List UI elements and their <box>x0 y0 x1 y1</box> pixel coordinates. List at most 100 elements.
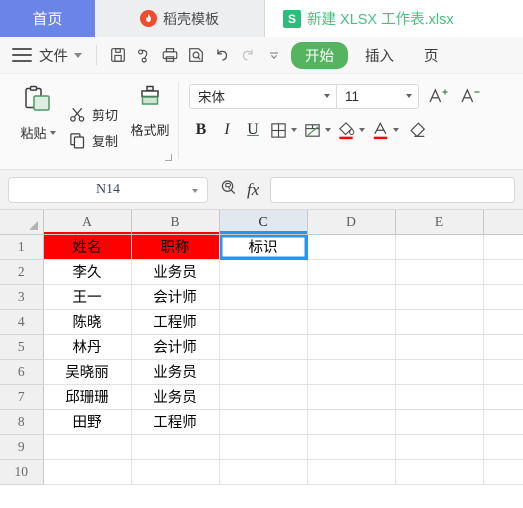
cell-b10[interactable] <box>131 459 220 485</box>
underline-button[interactable]: U <box>241 117 265 143</box>
cell-b7[interactable]: 业务员 <box>131 384 220 410</box>
cell-b3[interactable]: 会计师 <box>131 284 220 310</box>
hamburger-icon[interactable] <box>12 48 32 62</box>
spreadsheet-grid[interactable]: A B C D E 1 姓名 职称 标识 2 李久 业务员 3 王一 会计师 4… <box>0 210 523 508</box>
column-header-f[interactable] <box>483 210 523 235</box>
print-icon[interactable] <box>157 42 183 68</box>
row-header-10[interactable]: 10 <box>0 459 44 485</box>
row-header-9[interactable]: 9 <box>0 434 44 460</box>
cell-f5[interactable] <box>483 334 523 360</box>
cell-e7[interactable] <box>395 384 484 410</box>
cell-c1[interactable]: 标识 <box>219 234 308 260</box>
save-icon[interactable] <box>105 42 131 68</box>
paste-dropdown-icon[interactable] <box>49 130 56 135</box>
cell-c5[interactable] <box>219 334 308 360</box>
cell-a8[interactable]: 田野 <box>43 409 132 435</box>
clipboard-dialog-launcher[interactable] <box>165 154 173 161</box>
cell-f10[interactable] <box>483 459 523 485</box>
cell-a3[interactable]: 王一 <box>43 284 132 310</box>
cell-e8[interactable] <box>395 409 484 435</box>
cell-c2[interactable] <box>219 259 308 285</box>
merge-chevron-icon[interactable] <box>325 128 332 132</box>
cell-b1[interactable]: 职称 <box>131 234 220 260</box>
column-header-c[interactable]: C <box>219 210 308 235</box>
cell-e4[interactable] <box>395 309 484 335</box>
file-menu-button[interactable]: 文件 <box>39 45 82 66</box>
borders-button[interactable] <box>267 117 299 143</box>
cell-d9[interactable] <box>307 434 396 460</box>
cell-f1[interactable] <box>483 234 523 260</box>
cell-d5[interactable] <box>307 334 396 360</box>
row-header-1[interactable]: 1 <box>0 234 44 260</box>
row-header-4[interactable]: 4 <box>0 309 44 335</box>
increase-font-size-button[interactable] <box>425 83 451 109</box>
cell-a2[interactable]: 李久 <box>43 259 132 285</box>
cell-c8[interactable] <box>219 409 308 435</box>
tab-start[interactable]: 开始 <box>291 41 348 69</box>
merge-cells-button[interactable] <box>301 117 333 143</box>
tab-home[interactable]: 首页 <box>0 0 95 37</box>
cell-f8[interactable] <box>483 409 523 435</box>
clear-format-eraser-icon[interactable] <box>403 117 431 143</box>
cell-c9[interactable] <box>219 434 308 460</box>
cell-c10[interactable] <box>219 459 308 485</box>
name-box-chevron-icon[interactable] <box>192 188 198 193</box>
tab-page-layout[interactable]: 页 <box>411 42 452 69</box>
cell-e9[interactable] <box>395 434 484 460</box>
copy-button[interactable]: 复制 <box>68 131 118 150</box>
font-color-chevron-icon[interactable] <box>393 128 400 132</box>
cell-b6[interactable]: 业务员 <box>131 359 220 385</box>
cell-b4[interactable]: 工程师 <box>131 309 220 335</box>
cell-f9[interactable] <box>483 434 523 460</box>
row-header-7[interactable]: 7 <box>0 384 44 410</box>
cell-e5[interactable] <box>395 334 484 360</box>
cell-a5[interactable]: 林丹 <box>43 334 132 360</box>
cell-e2[interactable] <box>395 259 484 285</box>
cell-d4[interactable] <box>307 309 396 335</box>
cell-d1[interactable] <box>307 234 396 260</box>
decrease-font-size-button[interactable] <box>457 83 483 109</box>
row-header-8[interactable]: 8 <box>0 409 44 435</box>
cell-c3[interactable] <box>219 284 308 310</box>
redo-icon[interactable] <box>235 42 261 68</box>
cell-a4[interactable]: 陈晓 <box>43 309 132 335</box>
cell-d2[interactable] <box>307 259 396 285</box>
cell-e10[interactable] <box>395 459 484 485</box>
cell-f2[interactable] <box>483 259 523 285</box>
more-chevron-icon[interactable] <box>261 42 287 68</box>
fill-color-chevron-icon[interactable] <box>359 128 366 132</box>
column-header-b[interactable]: B <box>131 210 220 235</box>
column-header-a[interactable]: A <box>43 210 132 235</box>
tab-insert[interactable]: 插入 <box>352 42 407 69</box>
bold-button[interactable]: B <box>189 117 213 143</box>
italic-button[interactable]: I <box>215 117 239 143</box>
search-icon[interactable] <box>219 178 238 202</box>
cell-b5[interactable]: 会计师 <box>131 334 220 360</box>
cut-button[interactable]: 剪切 <box>68 105 118 124</box>
cell-b2[interactable]: 业务员 <box>131 259 220 285</box>
paste-button[interactable]: 粘贴 <box>8 80 68 169</box>
row-header-3[interactable]: 3 <box>0 284 44 310</box>
tab-worksheet-file[interactable]: S 新建 XLSX 工作表.xlsx <box>265 0 523 37</box>
column-header-e[interactable]: E <box>395 210 484 235</box>
row-header-5[interactable]: 5 <box>0 334 44 360</box>
cell-b9[interactable] <box>131 434 220 460</box>
cell-e6[interactable] <box>395 359 484 385</box>
cell-d3[interactable] <box>307 284 396 310</box>
print-preview-icon[interactable] <box>183 42 209 68</box>
cell-c4[interactable] <box>219 309 308 335</box>
formula-input[interactable] <box>270 176 515 203</box>
cell-a6[interactable]: 吴晓丽 <box>43 359 132 385</box>
font-name-select[interactable]: 宋体 <box>189 83 338 109</box>
cell-d10[interactable] <box>307 459 396 485</box>
fx-label[interactable]: fx <box>247 180 259 200</box>
font-name-chevron-icon[interactable] <box>324 94 331 98</box>
cell-d7[interactable] <box>307 384 396 410</box>
name-box[interactable]: N14 <box>8 176 208 203</box>
row-header-2[interactable]: 2 <box>0 259 44 285</box>
cell-b8[interactable]: 工程师 <box>131 409 220 435</box>
select-all-corner[interactable] <box>0 210 44 235</box>
cell-c7[interactable] <box>219 384 308 410</box>
cloud-sync-icon[interactable] <box>131 42 157 68</box>
cell-f7[interactable] <box>483 384 523 410</box>
